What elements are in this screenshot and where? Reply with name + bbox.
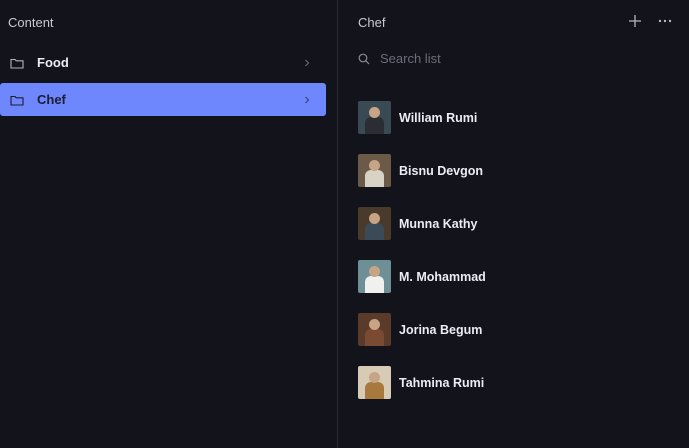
search-input[interactable] [380, 51, 640, 66]
chef-list: William Rumi Bisnu Devgon Munna Kathy M. Mo… [358, 91, 678, 409]
folder-icon [10, 94, 24, 106]
avatar [358, 313, 391, 346]
chef-name: Munna Kathy [399, 216, 478, 231]
more-icon[interactable] [657, 13, 673, 29]
avatar-body [365, 170, 384, 187]
folder-icon [10, 57, 24, 69]
chef-name: Tahmina Rumi [399, 375, 485, 390]
nav-item-food[interactable]: Food [0, 46, 326, 79]
pane-title: Chef [358, 15, 386, 30]
avatar-head [369, 319, 380, 330]
chef-name: William Rumi [399, 110, 478, 125]
app-window: Content Food Chef Chef Search list Willi… [0, 0, 689, 448]
pane-title: Content [8, 15, 54, 30]
avatar-body [365, 276, 384, 293]
list-item[interactable]: M. Mohammad [358, 250, 678, 303]
avatar-head [369, 160, 380, 171]
chevron-right-icon [302, 95, 312, 105]
search-bar [358, 51, 658, 66]
list-item[interactable]: William Rumi [358, 91, 678, 144]
avatar [358, 207, 391, 240]
chef-list-pane: Chef William Rumi Bisnu Devgon Munna Kathy… [338, 0, 689, 448]
avatar [358, 366, 391, 399]
chef-name: Jorina Begum [399, 322, 483, 337]
avatar-body [365, 382, 384, 399]
chef-name: M. Mohammad [399, 269, 486, 284]
content-pane: Content Food Chef [0, 0, 338, 448]
search-icon [358, 53, 370, 65]
pane-actions [627, 13, 673, 29]
avatar-body [365, 223, 384, 240]
list-item[interactable]: Bisnu Devgon [358, 144, 678, 197]
nav-item-chef[interactable]: Chef [0, 83, 326, 116]
avatar-body [365, 117, 384, 134]
plus-icon[interactable] [627, 13, 643, 29]
avatar-head [369, 266, 380, 277]
chef-name: Bisnu Devgon [399, 163, 484, 178]
list-item[interactable]: Tahmina Rumi [358, 356, 678, 409]
avatar-body [365, 329, 384, 346]
chevron-right-icon [302, 58, 312, 68]
avatar [358, 101, 391, 134]
list-item[interactable]: Jorina Begum [358, 303, 678, 356]
avatar [358, 260, 391, 293]
avatar-head [369, 372, 380, 383]
avatar-head [369, 107, 380, 118]
avatar-head [369, 213, 380, 224]
content-nav-list: Food Chef [0, 46, 330, 120]
avatar [358, 154, 391, 187]
nav-item-label: Chef [37, 92, 66, 107]
nav-item-label: Food [37, 55, 69, 70]
list-item[interactable]: Munna Kathy [358, 197, 678, 250]
